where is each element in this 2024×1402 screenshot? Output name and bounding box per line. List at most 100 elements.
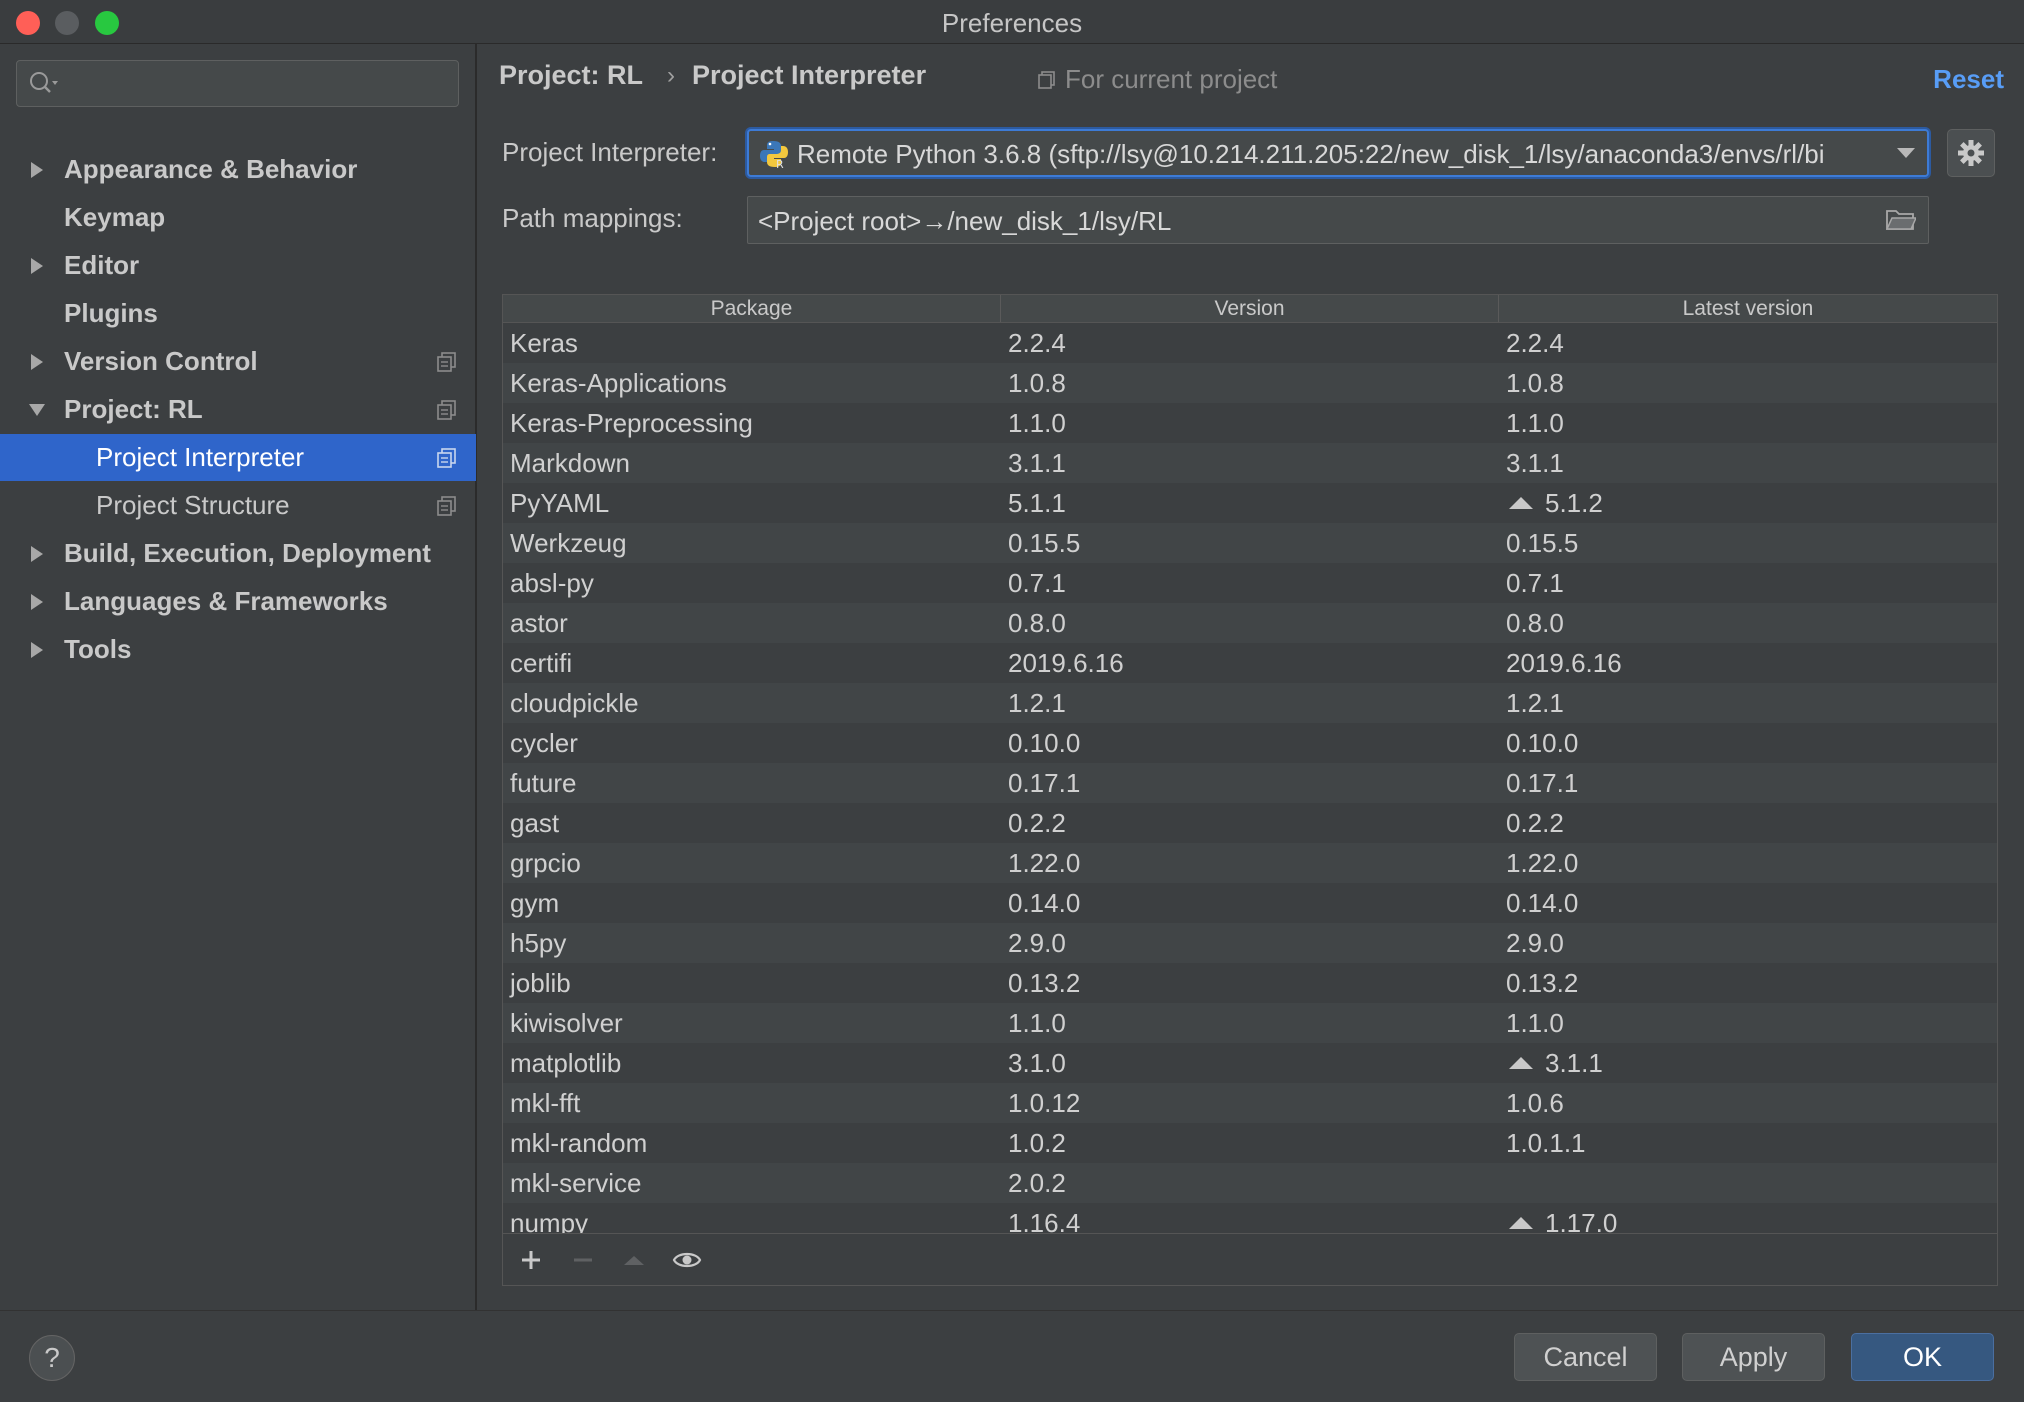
table-row[interactable]: cloudpickle 1.2.1 1.2.1 [503,683,1997,723]
remove-package-button[interactable] [565,1242,601,1278]
scope-label: For current project [1065,64,1278,94]
table-row[interactable]: future 0.17.1 0.17.1 [503,763,1997,803]
table-row[interactable]: Keras-Applications 1.0.8 1.0.8 [503,363,1997,403]
latest-version-cell: 1.0.8 [1499,368,1997,399]
project-level-icon [437,495,456,516]
sidebar-item-label: Appearance & Behavior [64,154,358,184]
svg-text:R: R [776,158,784,169]
project-level-icon [437,351,456,372]
table-row[interactable]: Markdown 3.1.1 3.1.1 [503,443,1997,483]
package-version-cell: 3.1.0 [1008,1047,1066,1078]
sidebar-item-languages-frameworks[interactable]: Languages & Frameworks [0,578,476,625]
table-row[interactable]: numpy 1.16.4 1.17.0 [503,1203,1997,1233]
latest-version-cell: 0.10.0 [1499,728,1997,759]
sidebar-item-tools[interactable]: Tools [0,626,476,673]
table-row[interactable]: mkl-fft 1.0.12 1.0.6 [503,1083,1997,1123]
settings-search-input[interactable] [16,60,459,107]
table-row[interactable]: gym 0.14.0 0.14.0 [503,883,1997,923]
upgrade-package-button[interactable] [616,1242,652,1278]
sidebar-item-project-interpreter[interactable]: Project Interpreter [0,434,476,481]
column-header-package[interactable]: Package [503,295,1001,322]
sidebar-item-version-control[interactable]: Version Control [0,338,476,385]
table-row[interactable]: gast 0.2.2 0.2.2 [503,803,1997,843]
chevron-down-icon[interactable] [1897,148,1915,158]
interpreter-settings-button[interactable] [1947,129,1995,177]
help-button[interactable]: ? [29,1335,75,1381]
sidebar-item-plugins[interactable]: Plugins [0,290,476,337]
sidebar-item-project-rl[interactable]: Project: RL [0,386,476,433]
scope-indicator: For current project [1037,64,1277,95]
table-row[interactable]: mkl-service 2.0.2 [503,1163,1997,1203]
table-row[interactable]: joblib 0.13.2 0.13.2 [503,963,1997,1003]
table-row[interactable]: matplotlib 3.1.0 3.1.1 [503,1043,1997,1083]
latest-version-cell: 0.8.0 [1499,608,1997,639]
package-version-cell: 0.17.1 [1008,767,1081,798]
package-version-cell: 2019.6.16 [1008,647,1124,678]
chevron-right-icon[interactable] [28,592,46,612]
sidebar-item-build-execution-deployment[interactable]: Build, Execution, Deployment [0,530,476,577]
window-titlebar: Preferences [0,0,2024,44]
package-version-cell: 1.16.4 [1008,1207,1081,1234]
sidebar-item-editor[interactable]: Editor [0,242,476,289]
table-row[interactable]: cycler 0.10.0 0.10.0 [503,723,1997,763]
table-row[interactable]: Keras-Preprocessing 1.1.0 1.1.0 [503,403,1997,443]
column-header-version[interactable]: Version [1001,295,1499,322]
cancel-button[interactable]: Cancel [1514,1333,1657,1381]
package-name-cell: gast [510,807,560,838]
latest-version-value: 3.1.1 [1545,1047,1603,1078]
sidebar-item-project-structure[interactable]: Project Structure [0,482,476,529]
latest-version-value: 1.17.0 [1545,1207,1618,1234]
table-row[interactable]: certifi 2019.6.16 2019.6.16 [503,643,1997,683]
sidebar-item-appearance-behavior[interactable]: Appearance & Behavior [0,146,476,193]
packages-table: Package Version Latest version Keras 2.2.… [502,294,1998,1286]
package-name-cell: Markdown [510,447,630,478]
breadcrumb-project[interactable]: Project: RL [499,60,643,91]
add-package-button[interactable] [513,1242,549,1278]
apply-button[interactable]: Apply [1682,1333,1825,1381]
breadcrumb-separator: › [667,62,675,89]
package-version-cell: 0.14.0 [1008,887,1081,918]
latest-version-value: 2019.6.16 [1506,647,1622,678]
table-row[interactable]: astor 0.8.0 0.8.0 [503,603,1997,643]
table-row[interactable]: Werkzeug 0.15.5 0.15.5 [503,523,1997,563]
sidebar-item-label: Project Interpreter [96,442,305,472]
package-name-cell: mkl-random [510,1127,648,1158]
chevron-right-icon[interactable] [28,544,46,564]
latest-version-value: 2.2.4 [1506,327,1564,358]
table-row[interactable]: absl-py 0.7.1 0.7.1 [503,563,1997,603]
upgrade-available-icon [1509,1217,1533,1229]
table-row[interactable]: grpcio 1.22.0 1.22.0 [503,843,1997,883]
show-early-releases-button[interactable] [669,1242,705,1278]
latest-version-value: 0.7.1 [1506,567,1564,598]
package-name-cell: certifi [510,647,573,678]
latest-version-value: 0.13.2 [1506,967,1579,998]
folder-icon[interactable] [1886,208,1916,232]
path-mappings-field[interactable]: <Project root>→/new_disk_1/lsy/RL [747,196,1929,244]
reset-link[interactable]: Reset [1933,64,2004,95]
sidebar-item-label: Project: RL [64,394,203,424]
column-header-latest-version[interactable]: Latest version [1499,295,1997,322]
project-level-icon [437,399,456,420]
package-version-cell: 1.1.0 [1008,407,1066,438]
chevron-right-icon[interactable] [28,256,46,276]
table-row[interactable]: kiwisolver 1.1.0 1.1.0 [503,1003,1997,1043]
interpreter-select[interactable]: R Remote Python 3.6.8 (sftp://lsy@10.214… [747,129,1929,177]
chevron-down-icon[interactable] [28,400,46,420]
ok-button[interactable]: OK [1851,1333,1994,1381]
table-header: Package Version Latest version [503,295,1997,323]
chevron-right-icon[interactable] [28,640,46,660]
table-row[interactable]: h5py 2.9.0 2.9.0 [503,923,1997,963]
package-name-cell: grpcio [510,847,581,878]
chevron-right-icon[interactable] [28,160,46,180]
table-row[interactable]: PyYAML 5.1.1 5.1.2 [503,483,1997,523]
sidebar-item-keymap[interactable]: Keymap [0,194,476,241]
plus-icon [522,1251,540,1269]
package-version-cell: 1.2.1 [1008,687,1066,718]
latest-version-cell: 5.1.2 [1499,488,1997,519]
chevron-right-icon[interactable] [28,352,46,372]
settings-sidebar: Appearance & Behavior Keymap Editor Plugins… [0,44,476,1310]
table-row[interactable]: mkl-random 1.0.2 1.0.1.1 [503,1123,1997,1163]
table-row[interactable]: Keras 2.2.4 2.2.4 [503,323,1997,363]
project-level-icon [437,447,456,468]
gear-icon [1958,140,1984,166]
